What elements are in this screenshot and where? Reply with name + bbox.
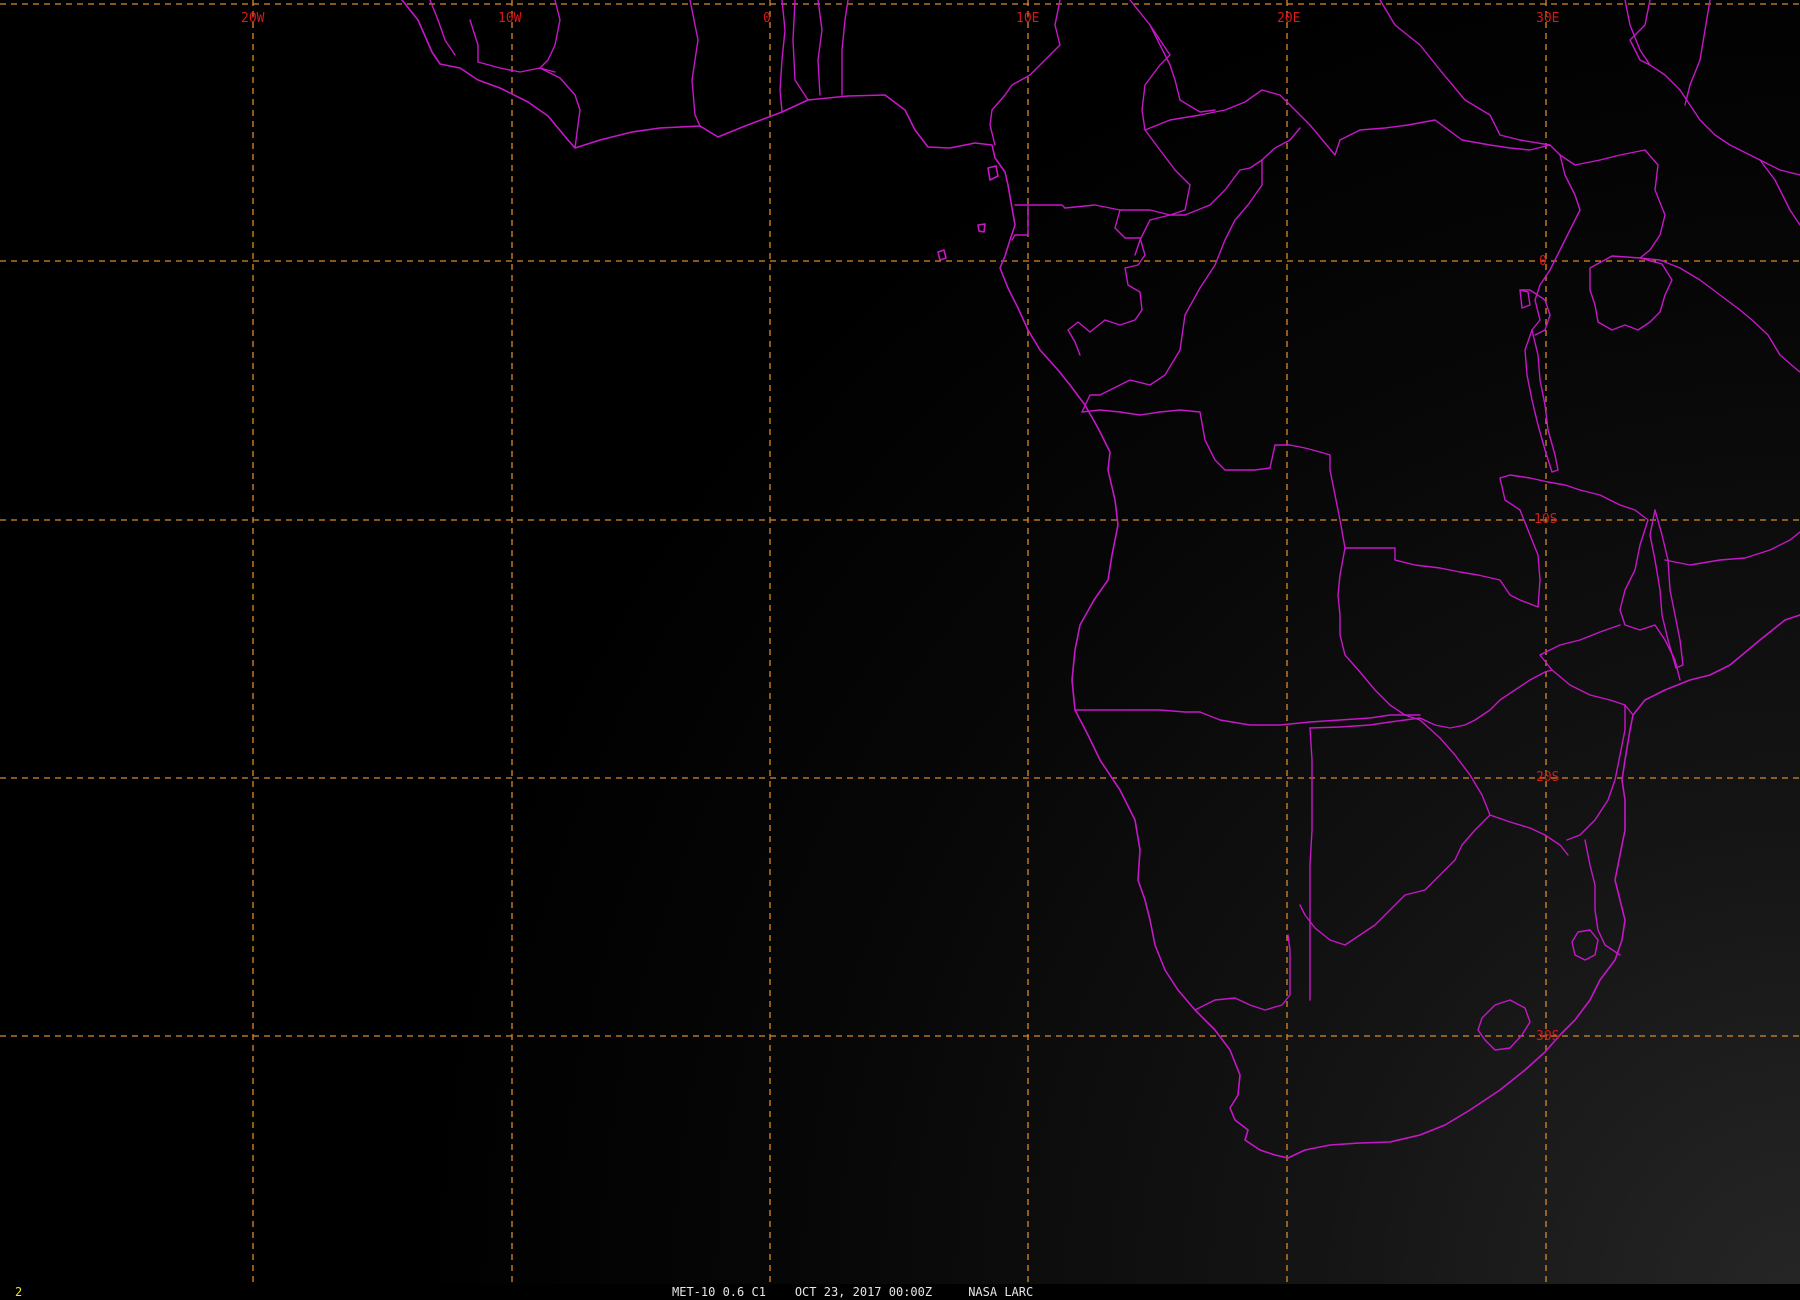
longitude-label-20w: 20W: [241, 11, 265, 26]
frame-number: 2: [15, 1285, 23, 1299]
latitude-label-0: 0: [1539, 254, 1547, 269]
longitude-label-10e: 10E: [1016, 11, 1039, 26]
longitude-label-10w: 10W: [498, 11, 522, 26]
latitude-label-10s: 10S: [1534, 512, 1557, 527]
longitude-label-20e: 20E: [1277, 11, 1300, 26]
latitude-label-20s: 20S: [1536, 770, 1559, 785]
satellite-map: 20W 10W 0 10E 20E 30E 0 10S 20S 30S 2 ME…: [0, 0, 1800, 1300]
map-canvas: 20W 10W 0 10E 20E 30E 0 10S 20S 30S: [0, 0, 1800, 1300]
image-caption: MET-10 0.6 C1 OCT 23, 2017 00:00Z NASA L…: [672, 1285, 1034, 1299]
earth-disk-illumination: [0, 0, 1800, 1300]
longitude-label-30e: 30E: [1536, 11, 1559, 26]
latitude-label-30s: 30S: [1536, 1029, 1559, 1044]
status-bar: 2 MET-10 0.6 C1 OCT 23, 2017 00:00Z NASA…: [0, 1284, 1800, 1300]
longitude-label-0: 0: [763, 11, 771, 26]
